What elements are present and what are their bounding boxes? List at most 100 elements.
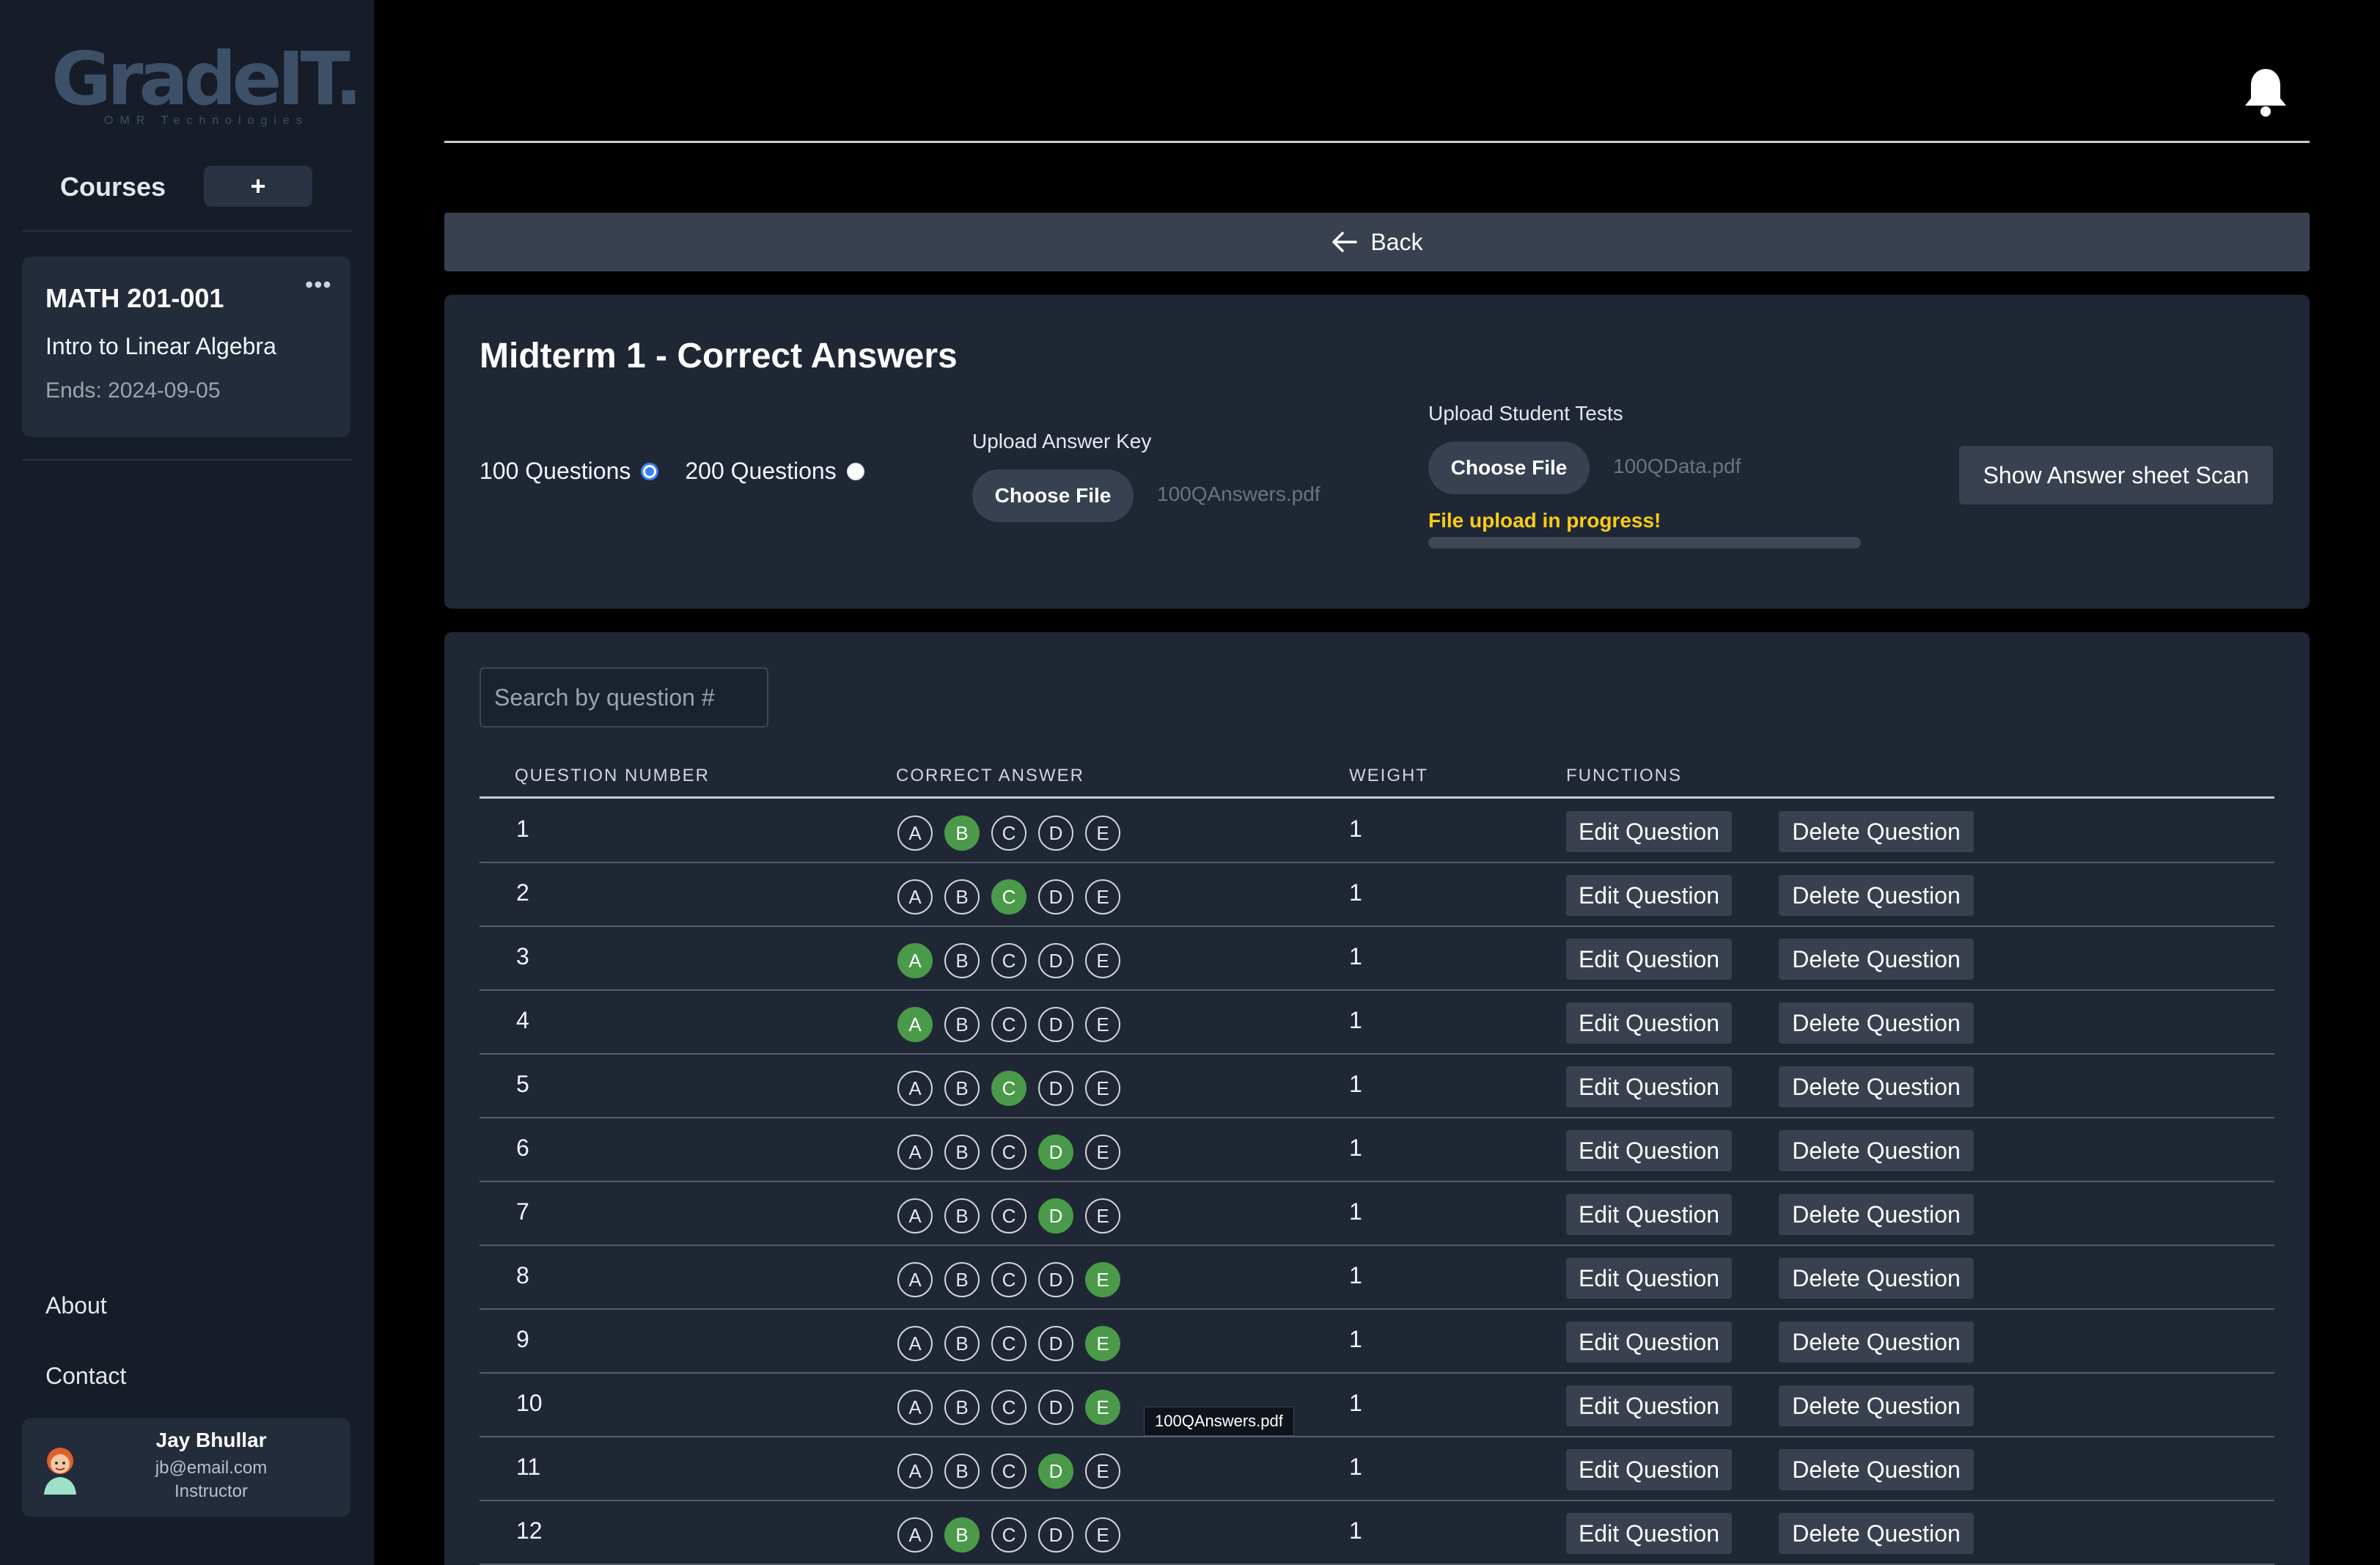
edit-question-button[interactable]: Edit Question — [1566, 1130, 1732, 1171]
choice-c[interactable]: C — [991, 1007, 1026, 1042]
choice-a[interactable]: A — [897, 1517, 933, 1553]
edit-question-button[interactable]: Edit Question — [1566, 1385, 1732, 1426]
choice-b[interactable]: B — [944, 1262, 980, 1297]
delete-question-button[interactable]: Delete Question — [1779, 1513, 1974, 1554]
user-card[interactable]: Jay Bhullar jb@email.com Instructor — [22, 1418, 350, 1517]
choice-d-selected[interactable]: D — [1038, 1198, 1073, 1234]
choice-d[interactable]: D — [1038, 1071, 1073, 1106]
edit-question-button[interactable]: Edit Question — [1566, 1003, 1732, 1044]
choice-c[interactable]: C — [991, 1135, 1026, 1170]
choice-d[interactable]: D — [1038, 1007, 1073, 1042]
notification-bell-icon[interactable] — [2242, 66, 2289, 119]
edit-question-button[interactable]: Edit Question — [1566, 1449, 1732, 1490]
edit-question-button[interactable]: Edit Question — [1566, 1258, 1732, 1299]
choice-d-selected[interactable]: D — [1038, 1454, 1073, 1489]
choice-a-selected[interactable]: A — [897, 1007, 933, 1042]
choice-c[interactable]: C — [991, 1454, 1026, 1489]
choice-b[interactable]: B — [944, 1326, 980, 1361]
choice-c-selected[interactable]: C — [991, 1071, 1026, 1106]
search-input[interactable] — [480, 667, 768, 727]
choice-b[interactable]: B — [944, 943, 980, 978]
show-answer-sheet-scan-button[interactable]: Show Answer sheet Scan — [1959, 446, 2273, 505]
choice-e-selected[interactable]: E — [1085, 1262, 1120, 1297]
choice-e[interactable]: E — [1085, 1135, 1120, 1170]
delete-question-button[interactable]: Delete Question — [1779, 875, 1974, 916]
choice-b[interactable]: B — [944, 1135, 980, 1170]
choice-e[interactable]: E — [1085, 1454, 1120, 1489]
delete-question-button[interactable]: Delete Question — [1779, 1130, 1974, 1171]
choice-a-selected[interactable]: A — [897, 943, 933, 978]
choice-e-selected[interactable]: E — [1085, 1326, 1120, 1361]
choice-a[interactable]: A — [897, 1454, 933, 1489]
choice-e[interactable]: E — [1085, 1007, 1120, 1042]
gradeit-logo[interactable]: GradeIT. OMR Technologies — [51, 43, 363, 129]
choice-d[interactable]: D — [1038, 1517, 1073, 1553]
choice-a[interactable]: A — [897, 1262, 933, 1297]
edit-question-button[interactable]: Edit Question — [1566, 1513, 1732, 1554]
choice-d[interactable]: D — [1038, 816, 1073, 851]
choice-c[interactable]: C — [991, 1326, 1026, 1361]
choice-d[interactable]: D — [1038, 1262, 1073, 1297]
edit-question-button[interactable]: Edit Question — [1566, 1322, 1732, 1363]
choice-b[interactable]: B — [944, 1390, 980, 1425]
choice-a[interactable]: A — [897, 1198, 933, 1234]
contact-link[interactable]: Contact — [45, 1363, 126, 1390]
about-link[interactable]: About — [45, 1292, 107, 1319]
delete-question-button[interactable]: Delete Question — [1779, 1322, 1974, 1363]
choice-e[interactable]: E — [1085, 816, 1120, 851]
course-menu-icon[interactable]: ••• — [305, 271, 332, 298]
edit-question-button[interactable]: Edit Question — [1566, 1194, 1732, 1235]
table-row: 1 A B C D E 1 Edit Question Delete Question — [480, 799, 2274, 863]
choice-d[interactable]: D — [1038, 1390, 1073, 1425]
choice-a[interactable]: A — [897, 1390, 933, 1425]
back-button[interactable]: Back — [444, 213, 2310, 271]
answer-key-choose-file-button[interactable]: Choose File — [972, 469, 1134, 522]
choice-a[interactable]: A — [897, 816, 933, 851]
choice-d-selected[interactable]: D — [1038, 1135, 1073, 1170]
delete-question-button[interactable]: Delete Question — [1779, 1258, 1974, 1299]
choice-c[interactable]: C — [991, 1517, 1026, 1553]
choice-a[interactable]: A — [897, 1071, 933, 1106]
choice-a[interactable]: A — [897, 879, 933, 915]
choice-b[interactable]: B — [944, 1198, 980, 1234]
choice-b[interactable]: B — [944, 1007, 980, 1042]
choice-b[interactable]: B — [944, 1071, 980, 1106]
choice-b-selected[interactable]: B — [944, 1517, 980, 1553]
delete-question-button[interactable]: Delete Question — [1779, 939, 1974, 980]
choice-d[interactable]: D — [1038, 1326, 1073, 1361]
delete-question-button[interactable]: Delete Question — [1779, 811, 1974, 852]
choice-e[interactable]: E — [1085, 1517, 1120, 1553]
option-200-radio[interactable] — [846, 462, 864, 480]
edit-question-button[interactable]: Edit Question — [1566, 939, 1732, 980]
student-tests-choose-file-button[interactable]: Choose File — [1428, 441, 1590, 494]
choice-e[interactable]: E — [1085, 1071, 1120, 1106]
delete-question-button[interactable]: Delete Question — [1779, 1003, 1974, 1044]
choice-b-selected[interactable]: B — [944, 816, 980, 851]
choice-b[interactable]: B — [944, 1454, 980, 1489]
choice-e[interactable]: E — [1085, 879, 1120, 915]
edit-question-button[interactable]: Edit Question — [1566, 875, 1732, 916]
delete-question-button[interactable]: Delete Question — [1779, 1385, 1974, 1426]
choice-c[interactable]: C — [991, 943, 1026, 978]
add-course-button[interactable]: + — [204, 166, 312, 207]
choice-c[interactable]: C — [991, 1198, 1026, 1234]
choice-d[interactable]: D — [1038, 879, 1073, 915]
edit-question-button[interactable]: Edit Question — [1566, 811, 1732, 852]
choice-a[interactable]: A — [897, 1135, 933, 1170]
choice-c[interactable]: C — [991, 1390, 1026, 1425]
choice-c-selected[interactable]: C — [991, 879, 1026, 915]
choice-b[interactable]: B — [944, 879, 980, 915]
choice-c[interactable]: C — [991, 1262, 1026, 1297]
edit-question-button[interactable]: Edit Question — [1566, 1066, 1732, 1107]
choice-e-selected[interactable]: E — [1085, 1390, 1120, 1425]
choice-e[interactable]: E — [1085, 1198, 1120, 1234]
course-card[interactable]: MATH 201-001 ••• Intro to Linear Algebra… — [22, 257, 350, 437]
choice-a[interactable]: A — [897, 1326, 933, 1361]
option-100-radio[interactable] — [641, 462, 659, 480]
choice-d[interactable]: D — [1038, 943, 1073, 978]
choice-c[interactable]: C — [991, 816, 1026, 851]
delete-question-button[interactable]: Delete Question — [1779, 1066, 1974, 1107]
delete-question-button[interactable]: Delete Question — [1779, 1194, 1974, 1235]
delete-question-button[interactable]: Delete Question — [1779, 1449, 1974, 1490]
choice-e[interactable]: E — [1085, 943, 1120, 978]
